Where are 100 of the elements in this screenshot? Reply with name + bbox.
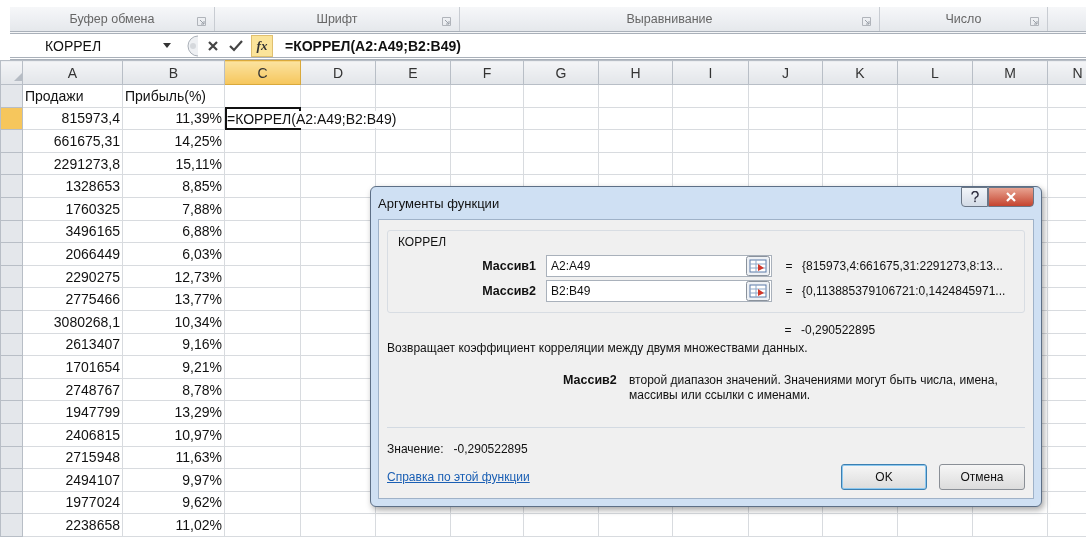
argument-help-label: Массив2 <box>563 373 618 389</box>
column-header[interactable]: I <box>672 60 749 85</box>
row-header[interactable] <box>0 423 23 446</box>
table-cell-text: 9,16% <box>181 336 223 353</box>
function-name: КОРРЕЛ <box>398 235 448 249</box>
argument-field[interactable]: B2:B49 <box>546 280 772 302</box>
row-header[interactable] <box>0 287 23 311</box>
table-cell-text: Прибыль(%) <box>124 87 207 104</box>
checkmark-icon[interactable] <box>229 39 243 52</box>
column-header[interactable]: H <box>598 60 673 85</box>
close-button[interactable] <box>988 187 1034 207</box>
table-cell-text: 2748767 <box>64 381 121 398</box>
row-header[interactable] <box>0 220 23 243</box>
row-header[interactable] <box>0 333 23 356</box>
row-header[interactable] <box>0 265 23 288</box>
table-cell-text: 815973,4 <box>60 110 121 127</box>
argument-label: Массив2 <box>481 284 536 298</box>
column-header[interactable]: E <box>375 60 451 85</box>
table-cell-text: 2238658 <box>64 517 121 534</box>
table-cell-text: 9,97% <box>181 471 223 488</box>
column-header[interactable]: B <box>122 60 225 85</box>
table-cell-text: 3496165 <box>64 223 121 240</box>
row-header[interactable] <box>0 242 23 266</box>
table-cell-text: 11,02% <box>174 517 223 534</box>
select-all-icon[interactable] <box>14 73 22 81</box>
name-box[interactable]: КОРРЕЛ <box>10 37 175 54</box>
column-header[interactable]: N <box>1047 60 1086 85</box>
argument-field[interactable]: A2:A49 <box>546 255 772 277</box>
equals-sign: = <box>784 284 794 298</box>
row-header[interactable] <box>0 378 23 401</box>
table-cell-text: 9,62% <box>181 494 223 511</box>
equals-sign: = <box>783 323 793 337</box>
value-label: Значение: <box>387 442 444 456</box>
column-header[interactable]: M <box>972 60 1048 85</box>
row-header[interactable] <box>0 468 23 492</box>
table-cell: =КОРРЕЛ(A2:A49;B2:B49) <box>227 110 399 128</box>
table-cell-text: 6,03% <box>181 245 223 262</box>
argument-label: Массив1 <box>481 259 536 273</box>
dialog-launcher-icon[interactable] <box>442 17 451 26</box>
row-header[interactable] <box>0 310 23 334</box>
table-cell-text: 2775466 <box>64 291 121 308</box>
table-cell-text: 2066449 <box>64 245 121 262</box>
table-cell-text: 1328653 <box>64 178 121 195</box>
value-text: -0,290522895 <box>453 442 528 456</box>
range-picker-icon[interactable] <box>746 281 770 301</box>
row-header[interactable] <box>0 129 23 153</box>
column-header[interactable]: C <box>224 60 301 85</box>
question-mark-icon <box>969 191 980 203</box>
function-description: Возвращает коэффициент корреляции между двумя множествами данных. <box>387 341 809 355</box>
row-header[interactable] <box>0 491 23 514</box>
window-title: Аргументы функции <box>378 195 500 211</box>
table-cell-text: 1977024 <box>64 494 121 511</box>
row-header[interactable] <box>0 355 23 379</box>
table-cell-text: 7,88% <box>181 200 223 217</box>
row-header[interactable] <box>0 446 23 469</box>
formula-field[interactable]: =КОРРЕЛ(A2:A49;B2:B49) <box>279 37 461 54</box>
table-cell-text: 9,21% <box>181 358 223 375</box>
help-button[interactable] <box>961 187 988 207</box>
caret-icon <box>163 43 171 48</box>
dialog-button[interactable]: OK <box>841 464 927 490</box>
table-cell-text: 15,11% <box>174 155 223 172</box>
table-cell-text: 6,88% <box>181 223 223 240</box>
row-header[interactable] <box>0 197 23 221</box>
insert-function-button[interactable]: fx <box>251 34 273 57</box>
row-header[interactable] <box>0 84 23 108</box>
table-cell-text: 2494107 <box>64 471 121 488</box>
table-cell-text: 11,39% <box>174 110 223 127</box>
range-picker-icon[interactable] <box>746 256 770 276</box>
dialog-launcher-icon[interactable] <box>1030 17 1039 26</box>
argument-result: {815973,4:661675,31:2291273,8:13... <box>802 259 1003 273</box>
column-header[interactable]: L <box>897 60 973 85</box>
ribbon-group-label: Выравнивание <box>626 12 713 26</box>
table-cell-text: 1760325 <box>64 200 121 217</box>
row-header[interactable] <box>0 400 23 424</box>
column-header[interactable]: A <box>22 60 123 85</box>
column-header[interactable]: K <box>822 60 898 85</box>
row-header[interactable] <box>0 152 23 175</box>
ribbon-group-label: Шрифт <box>316 12 358 26</box>
formula-result: -0,290522895 <box>801 323 876 337</box>
row-header[interactable] <box>0 513 23 537</box>
help-link[interactable]: Справка по этой функции <box>387 470 530 484</box>
argument-help-text: второй диапазон значений. Значениями могут быть числа, имена, массивы или ссылки с именами. <box>629 373 999 403</box>
column-header[interactable]: J <box>748 60 823 85</box>
ribbon-group-label: Число <box>945 12 982 26</box>
table-cell-text: 13,29% <box>173 404 223 421</box>
dialog-button[interactable]: Отмена <box>939 464 1025 490</box>
dialog-launcher-icon[interactable] <box>862 17 871 26</box>
table-cell-text: 11,63% <box>174 449 223 466</box>
table-cell-text: 2613407 <box>64 336 121 353</box>
row-header[interactable] <box>0 174 23 198</box>
table-cell-text: 13,77% <box>173 291 223 308</box>
cancel-icon[interactable] <box>207 39 219 52</box>
row-header[interactable] <box>0 107 23 130</box>
table-cell-text: 1947799 <box>64 404 121 421</box>
column-header[interactable]: D <box>300 60 376 85</box>
column-header[interactable]: F <box>450 60 524 85</box>
column-header[interactable]: G <box>523 60 599 85</box>
table-cell-text: 14,25% <box>173 133 223 149</box>
dialog-launcher-icon[interactable] <box>197 17 206 26</box>
table-cell-text: 10,34% <box>173 313 223 330</box>
